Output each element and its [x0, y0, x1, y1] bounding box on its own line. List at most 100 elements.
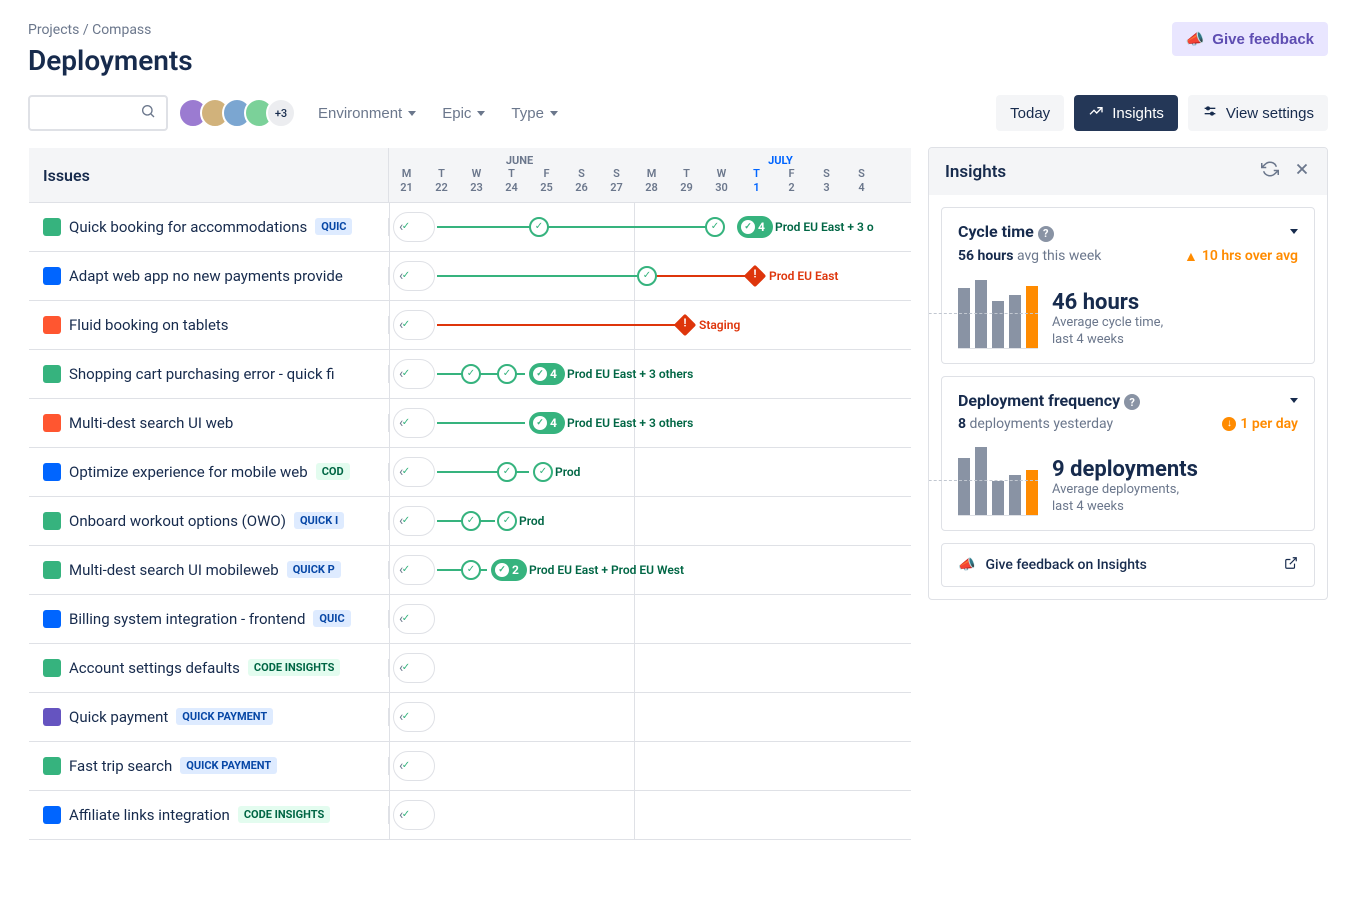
issue-row[interactable]: Fluid booking on tablets‹✓Staging [29, 301, 911, 350]
close-icon[interactable] [1293, 160, 1311, 183]
deployment-count-badge[interactable]: ✓4 [529, 412, 565, 434]
deployments-timeline: Issues JUNE JULY M21T22W23T24F25S26S27M2… [28, 147, 912, 841]
deployment-node[interactable]: ✓ [461, 364, 481, 384]
calendar-day: M28 [634, 167, 669, 202]
deployment-error-icon[interactable] [744, 264, 767, 287]
issue-title: Shopping cart purchasing error - quick f… [69, 365, 335, 383]
breadcrumb[interactable]: Projects / Compass [28, 22, 193, 38]
issue-row[interactable]: Shopping cart purchasing error - quick f… [29, 350, 911, 399]
check-icon: ✓ [533, 416, 547, 430]
check-icon: ✓ [399, 465, 413, 479]
scroll-left-button[interactable]: ‹✓ [393, 604, 435, 634]
chevron-down-icon [477, 111, 485, 116]
epic-tag[interactable]: CODE INSIGHTS [238, 806, 330, 823]
deployment-count-badge[interactable]: ✓4 [529, 363, 565, 385]
deployment-node[interactable]: ✓ [529, 217, 549, 237]
scroll-left-button[interactable]: ‹✓ [393, 457, 435, 487]
refresh-icon[interactable] [1261, 160, 1279, 183]
issue-row[interactable]: Quick payment QUICK PAYMENT ‹✓ [29, 693, 911, 742]
epic-tag[interactable]: QUICK I [294, 512, 344, 529]
check-icon: ✓ [741, 220, 755, 234]
cycle-time-card[interactable]: Cycle time ? 56 hours avg this week ▲10 … [941, 207, 1315, 364]
deployment-frequency-chart [958, 446, 1038, 516]
issue-type-icon [43, 218, 61, 236]
cycle-time-chart [958, 279, 1038, 349]
external-link-icon [1284, 556, 1298, 574]
epic-tag[interactable]: QUICK PAYMENT [180, 757, 277, 774]
check-icon: ✓ [399, 367, 413, 381]
issue-row[interactable]: Affiliate links integrationCODE INSIGHTS… [29, 791, 911, 840]
epic-tag[interactable]: COD [316, 463, 350, 480]
epic-tag[interactable]: QUICK PAYMENT [176, 708, 273, 725]
issue-row[interactable]: Billing system integration - frontendQUI… [29, 595, 911, 644]
chevron-down-icon [408, 111, 416, 116]
help-icon[interactable]: ? [1038, 226, 1054, 242]
issue-row[interactable]: Optimize experience for mobile webCOD‹✓✓… [29, 448, 911, 497]
issue-row[interactable]: Multi-dest search UI web‹✓✓4Prod EU East… [29, 399, 911, 448]
chevron-down-icon [550, 111, 558, 116]
deployment-count-badge[interactable]: ✓4 [737, 216, 773, 238]
scroll-left-button[interactable]: ‹✓ [393, 555, 435, 585]
calendar-day: M21 [389, 167, 424, 202]
assignee-avatars[interactable]: +3 [186, 98, 296, 128]
calendar-day: T22 [424, 167, 459, 202]
deployment-count-badge[interactable]: ✓2 [491, 559, 527, 581]
issue-row[interactable]: Onboard workout options (OWO)QUICK I‹✓✓✓… [29, 497, 911, 546]
view-settings-button[interactable]: View settings [1188, 95, 1328, 131]
scroll-left-button[interactable]: ‹✓ [393, 261, 435, 291]
megaphone-icon: 📣 [958, 557, 975, 573]
epic-tag[interactable]: QUIC [313, 610, 350, 627]
scroll-left-button[interactable]: ‹✓ [393, 506, 435, 536]
scroll-left-button[interactable]: ‹✓ [393, 800, 435, 830]
deployment-node[interactable]: ✓ [461, 511, 481, 531]
epic-tag[interactable]: CODE INSIGHTS [248, 659, 340, 676]
calendar-day: T29 [669, 167, 704, 202]
deployment-node[interactable]: ✓ [533, 462, 553, 482]
scroll-left-button[interactable]: ‹✓ [393, 408, 435, 438]
epic-tag[interactable]: QUIC [315, 218, 352, 235]
deployment-node[interactable]: ✓ [497, 511, 517, 531]
environment-filter[interactable]: Environment [314, 99, 420, 128]
scroll-left-button[interactable]: ‹✓ [393, 751, 435, 781]
deployment-node[interactable]: ✓ [637, 266, 657, 286]
deployment-node[interactable]: ✓ [705, 217, 725, 237]
check-icon: ✓ [399, 220, 413, 234]
calendar-day: W30 [704, 167, 739, 202]
deployment-node[interactable]: ✓ [497, 364, 517, 384]
breadcrumb-parent[interactable]: Projects [28, 22, 79, 38]
deployment-line [437, 422, 525, 424]
calendar-day: F25 [529, 167, 564, 202]
insights-feedback-button[interactable]: 📣 Give feedback on Insights [941, 543, 1315, 587]
deployment-node[interactable]: ✓ [461, 560, 481, 580]
issue-title: Quick payment [69, 708, 168, 726]
warning-icon: ▲ [1184, 248, 1198, 265]
scroll-left-button[interactable]: ‹✓ [393, 310, 435, 340]
help-icon[interactable]: ? [1124, 394, 1140, 410]
scroll-left-button[interactable]: ‹✓ [393, 653, 435, 683]
chart-bar [992, 301, 1004, 347]
epic-tag[interactable]: QUICK P [287, 561, 341, 578]
issue-row[interactable]: Adapt web app no new payments provide‹✓✓… [29, 252, 911, 301]
today-button[interactable]: Today [996, 95, 1064, 131]
type-filter[interactable]: Type [507, 99, 562, 128]
issue-row[interactable]: Quick booking for accommodationsQUIC‹✓✓✓… [29, 203, 911, 252]
epic-filter[interactable]: Epic [438, 99, 489, 128]
deployment-error-icon[interactable] [674, 313, 697, 336]
issue-row[interactable]: Fast trip searchQUICK PAYMENT‹✓ [29, 742, 911, 791]
search-input[interactable] [28, 95, 168, 131]
issue-row[interactable]: Account settings defaultsCODE INSIGHTS‹✓ [29, 644, 911, 693]
deployment-node[interactable]: ✓ [497, 462, 517, 482]
deployment-frequency-card[interactable]: Deployment frequency ? 8 deployments yes… [941, 376, 1315, 532]
down-icon: ↓ [1222, 417, 1236, 431]
insights-button[interactable]: Insights [1074, 95, 1178, 131]
scroll-left-button[interactable]: ‹✓ [393, 702, 435, 732]
give-feedback-button[interactable]: 📣 Give feedback [1172, 22, 1328, 56]
scroll-left-button[interactable]: ‹✓ [393, 359, 435, 389]
chevron-down-icon [1290, 229, 1298, 234]
check-icon: ✓ [399, 416, 413, 430]
scroll-left-button[interactable]: ‹✓ [393, 212, 435, 242]
environment-label: Prod EU East [769, 269, 838, 283]
environment-label: Prod [555, 465, 580, 479]
issue-row[interactable]: Multi-dest search UI mobileweb QUICK P ‹✓ ✓… [29, 546, 911, 595]
issue-title: Multi-dest search UI mobileweb [69, 561, 279, 579]
